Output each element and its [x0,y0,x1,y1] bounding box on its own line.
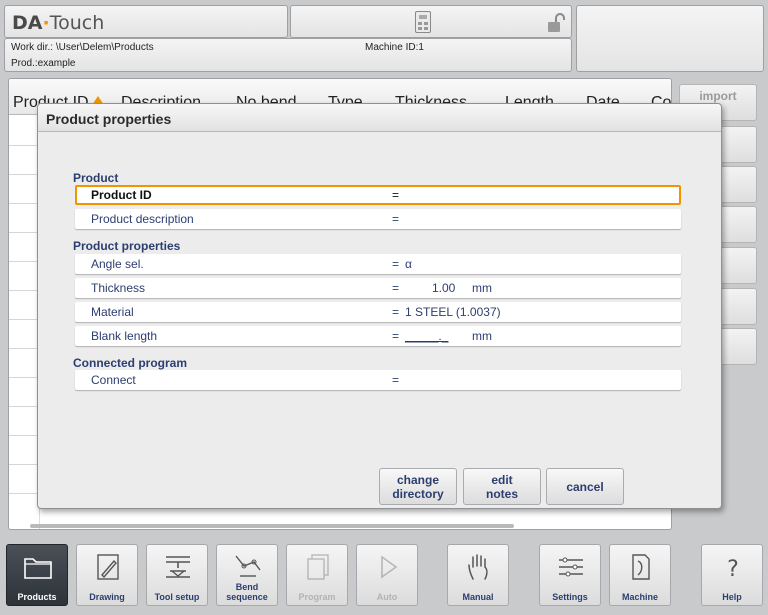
tool-setup-button[interactable]: Tool setup [146,544,208,606]
field-label: Blank length [91,329,158,343]
header-right-box [576,5,764,72]
dialog-title: Product properties [46,111,172,127]
field-equals: = [392,329,400,343]
product-properties-dialog: Product properties Product Product ID = … [37,103,722,509]
field-product-description[interactable]: Product description = [75,209,681,229]
help-label: Help [722,592,742,602]
field-label: Angle sel. [91,257,144,271]
machine-button[interactable]: Machine [609,544,671,606]
program-button[interactable]: Program [286,544,348,606]
hand-icon [468,554,488,580]
products-button[interactable]: Products [6,544,68,606]
auto-button[interactable]: Auto [356,544,418,606]
edit-notes-label: edit notes [485,472,518,501]
auto-label: Auto [376,592,398,602]
field-value: α [405,257,412,271]
header-center-box [290,5,572,38]
da-touch-logo: DA·Touch [12,12,105,34]
field-label: Material [91,305,134,319]
edit-notes-button[interactable]: edit notes [463,468,541,505]
bend-sequence-label: Bend sequence [226,582,268,602]
products-label: Products [17,592,57,602]
field-label: Thickness [91,281,146,295]
field-thickness[interactable]: Thickness = 1.00 mm [75,278,681,298]
help-icon: ? [727,557,739,582]
machine-icon [632,554,650,580]
field-material[interactable]: Material = 1 STEEL (1.0037) [75,302,681,322]
settings-list-icon [559,557,583,577]
machine-label: Machine [621,592,658,602]
play-icon [381,555,398,579]
tool-setup-label: Tool setup [154,592,200,602]
section-title-product-properties: Product properties [73,239,181,253]
machine-id-text: Machine ID:1 [365,42,424,53]
section-title-product: Product [73,171,119,185]
help-button[interactable]: ? Help [701,544,763,606]
field-equals: = [392,305,400,319]
field-equals: = [392,373,400,387]
bend-sequence-button[interactable]: Bend sequence [216,544,278,606]
field-product-id[interactable]: Product ID = [75,185,681,205]
manual-button[interactable]: Manual [447,544,509,606]
tool-setup-icon [166,556,190,578]
manual-label: Manual [462,592,494,602]
product-name-text: Prod.:example [11,58,76,69]
logo-box: DA·Touch [4,5,288,38]
field-value: 1.00 [432,281,456,295]
field-blank-length[interactable]: Blank length = _____._ mm [75,326,681,346]
svg-text:?: ? [727,557,739,582]
field-value: _____._ [405,329,449,343]
field-equals: = [392,188,400,202]
field-label: Product description [91,212,194,226]
field-equals: = [392,257,400,271]
field-unit: mm [472,329,492,343]
field-value: 1 STEEL (1.0037) [405,305,501,319]
field-label: Product ID [91,188,152,202]
cancel-button[interactable]: cancel [546,468,624,505]
settings-label: Settings [552,592,588,602]
drawing-button[interactable]: Drawing [76,544,138,606]
cancel-label: cancel [566,479,604,494]
field-connect[interactable]: Connect = [75,370,681,390]
calculator-icon[interactable] [415,11,431,33]
field-angle-sel[interactable]: Angle sel. = α [75,254,681,274]
program-label: Program [298,592,336,602]
field-unit: mm [472,281,492,295]
field-equals: = [392,212,400,226]
field-label: Connect [91,373,136,387]
drawing-label: Drawing [89,592,125,602]
info-box: Work dir.: \User\Delem\Products Machine … [4,38,572,72]
change-directory-label: change directory [392,472,444,501]
section-title-connected-program: Connected program [73,356,188,370]
folder-icon [24,558,52,579]
program-pages-icon [307,554,329,580]
change-directory-button[interactable]: change directory [379,468,457,505]
pencil-drawing-icon [97,554,119,580]
dialog-title-bar: Product properties [38,104,721,132]
bend-sequence-icon [235,555,261,577]
settings-button[interactable]: Settings [539,544,601,606]
unlocked-padlock-icon[interactable] [547,13,565,33]
work-dir-text: Work dir.: \User\Delem\Products [11,42,154,53]
horizontal-scrollbar[interactable] [30,524,514,528]
field-equals: = [392,281,400,295]
